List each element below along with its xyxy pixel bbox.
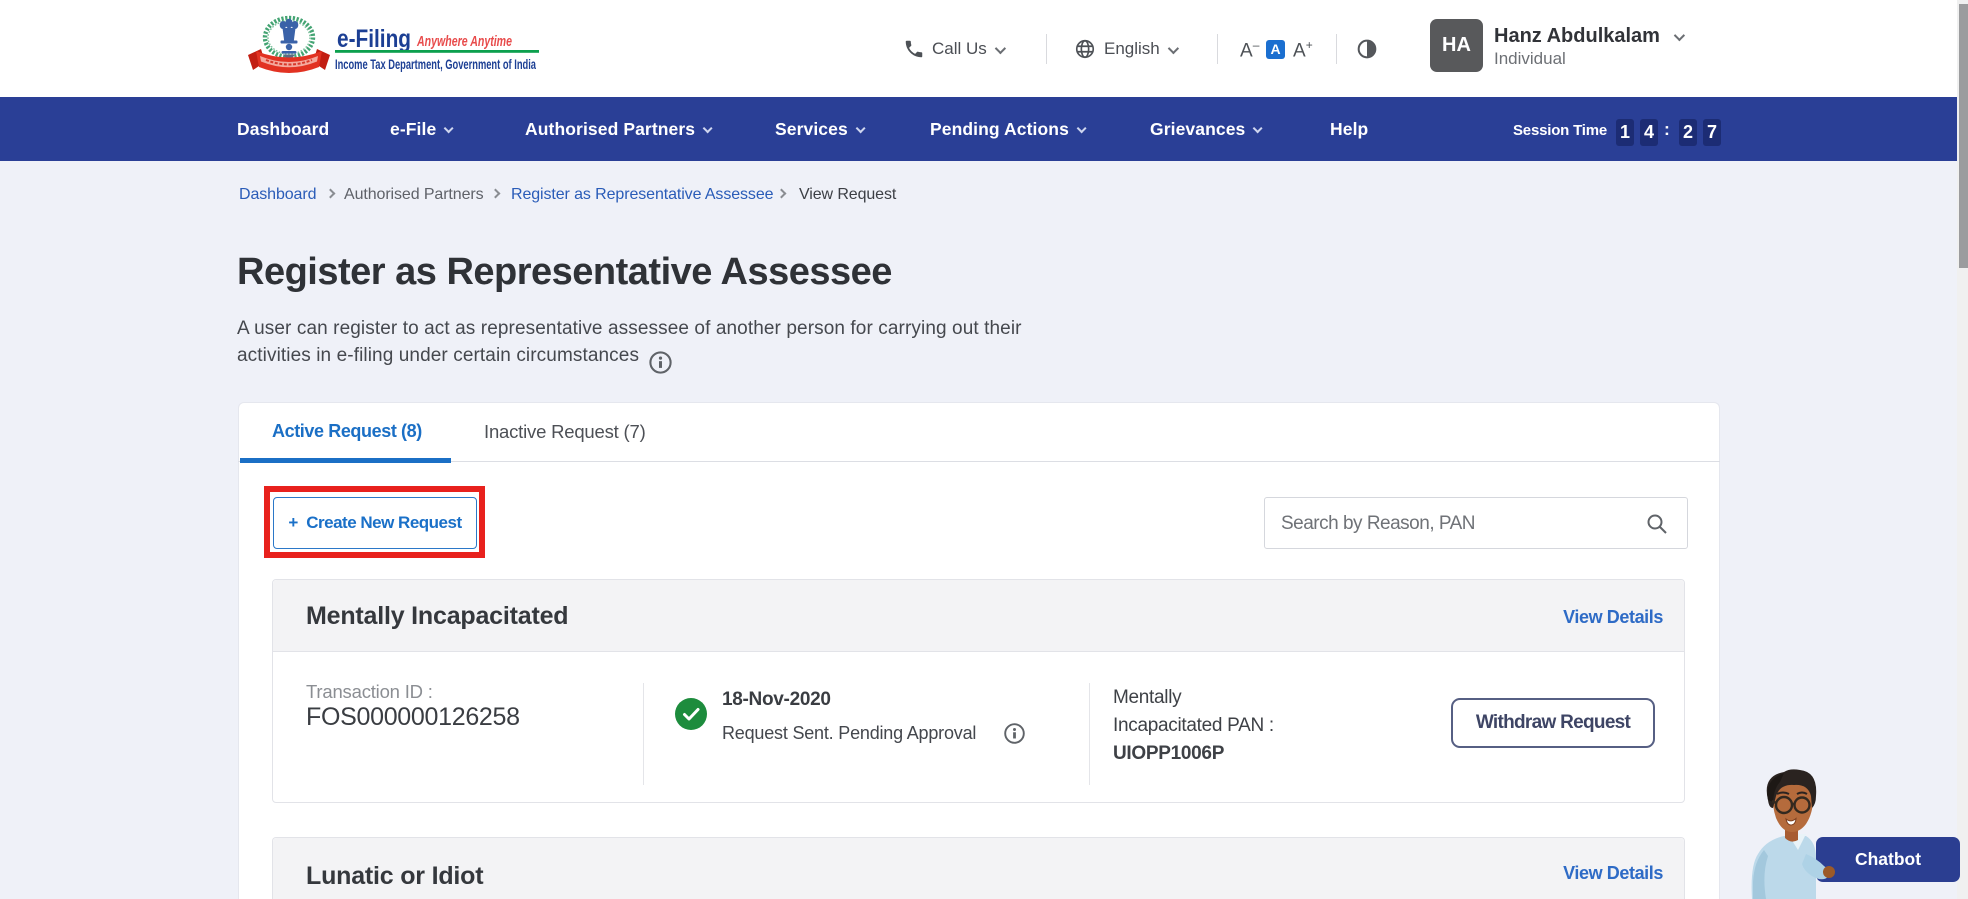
svg-text:Income Tax Department, Governm: Income Tax Department, Government of Ind… (335, 56, 536, 72)
svg-text:Anywhere Anytime: Anywhere Anytime (416, 33, 512, 50)
svg-text:e-Filing: e-Filing (337, 25, 411, 53)
